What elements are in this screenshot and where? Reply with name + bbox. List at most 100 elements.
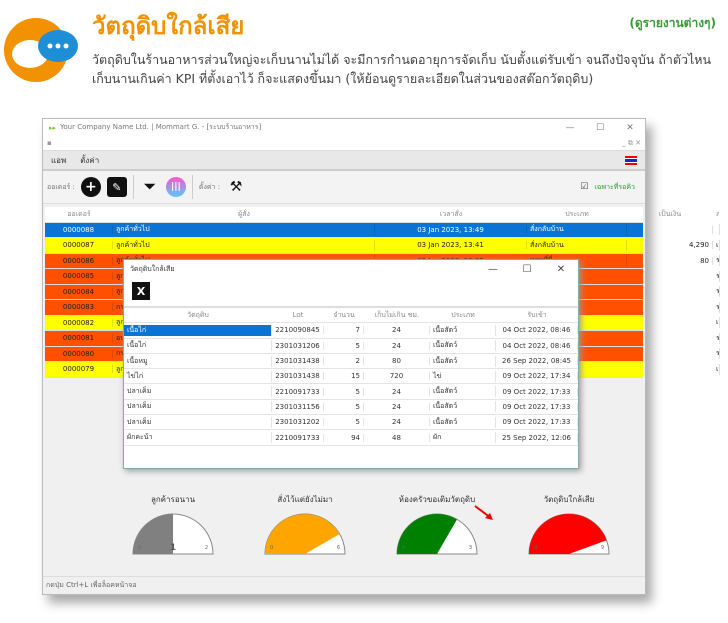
ingredient-cell: 04 Oct 2022, 08:46 xyxy=(496,326,578,335)
gauge: สั่งไว้แต่ยังไม่มา 0 5 6 xyxy=(260,485,350,575)
dialog-close-button[interactable]: ✕ xyxy=(544,264,578,275)
order-customer: ลูกค้าทั่วไป xyxy=(113,239,375,251)
ingredient-cell: 24 xyxy=(364,402,430,411)
filter-checkbox-label: เฉพาะที่รอคิว xyxy=(594,182,635,191)
chat-bubbles-icon xyxy=(4,18,78,82)
col-amount[interactable]: เป็นเงิน xyxy=(627,209,713,220)
order-status: รอคิว xyxy=(713,332,720,344)
order-id: 0000086 xyxy=(45,256,113,265)
col-lot[interactable]: Lot xyxy=(272,311,324,319)
ingredient-cell: 09 Oct 2022, 17:33 xyxy=(496,387,578,396)
page-title: วัตถุดิบใกล้เสีย xyxy=(92,12,245,40)
col-customer[interactable]: ผู้สั่ง xyxy=(113,209,375,220)
order-status: เสร็จแล้ว xyxy=(713,317,720,329)
col-time[interactable]: เวลาสั่ง xyxy=(375,209,527,220)
chart-icon[interactable]: ||| xyxy=(165,177,186,197)
mdi-child-icon: ▪ xyxy=(47,139,52,147)
gauge-max: 2 xyxy=(204,545,208,551)
ingredient-row[interactable]: ไข่ไก่ 2301031438 15 720 ไข่ 09 Oct 2022, 17:… xyxy=(124,369,578,385)
menu-settings[interactable]: ตั้งค่า xyxy=(80,154,99,167)
gauge-max: 9 xyxy=(600,545,604,551)
menu-app[interactable]: แอพ xyxy=(51,154,66,167)
col-category[interactable]: ประเภท xyxy=(430,310,496,321)
col-ingredient[interactable]: วัตถุดิบ xyxy=(124,310,272,321)
menu-bar: แอพ ตั้งค่า xyxy=(43,151,645,171)
ingredient-row[interactable]: เนื้อไก่ 2301031206 5 24 เนื้อสัตว์ 04 Oct 20… xyxy=(124,339,578,354)
ingredient-row[interactable]: เนื้อหมู 2301031438 2 80 เนื้อสัตว์ 26 Sep 20… xyxy=(124,354,578,370)
order-status: รอคิว xyxy=(713,270,720,282)
edit-order-icon[interactable]: ✎ xyxy=(106,177,127,197)
ingredient-cell: เนื้อไก่ xyxy=(124,324,272,336)
ingredient-cell: เนื้อสัตว์ xyxy=(430,324,496,336)
ingredient-cell: 2301031156 xyxy=(272,402,324,411)
col-status[interactable]: สถานะ xyxy=(713,209,719,220)
mdi-bar: ▪ _ ⧉ ✕ xyxy=(43,136,645,151)
order-id: 0000083 xyxy=(45,303,113,312)
ingredient-row[interactable]: ปลาเค็ม 2210091733 5 24 เนื้อสัตว์ 09 Oct 202… xyxy=(124,384,578,400)
ingredient-cell: เนื้อสัตว์ xyxy=(430,355,496,367)
ingredient-cell: 2210091733 xyxy=(272,433,324,442)
mdi-controls[interactable]: _ ⧉ ✕ xyxy=(622,139,641,148)
ingredient-cell: 5 xyxy=(324,341,364,350)
gauge-label: ลูกค้ารอนาน xyxy=(150,495,196,504)
excel-export-icon[interactable]: X xyxy=(132,282,150,300)
ingredient-cell: 09 Oct 2022, 17:33 xyxy=(496,402,578,411)
ingredient-cell: ไข่ xyxy=(430,370,496,382)
order-id: 0000084 xyxy=(45,287,113,296)
thai-flag-icon[interactable] xyxy=(625,155,637,165)
ingredient-cell: 80 xyxy=(364,357,430,366)
maximize-button[interactable]: ☐ xyxy=(585,123,615,133)
add-order-icon[interactable]: + xyxy=(80,177,101,197)
filter-icon[interactable]: ⏷ xyxy=(140,177,160,197)
order-row[interactable]: 0000088 ลูกค้าทั่วไป 03 Jan 2023, 13:49 สั่… xyxy=(45,222,720,238)
ingredient-cell: เนื้อสัตว์ xyxy=(430,401,496,413)
ingredient-cell: 24 xyxy=(364,387,430,396)
dialog-table-header: วัตถุดิบ Lot จำนวน เก็บไม่เกิน ชม. ประเภ… xyxy=(124,308,578,324)
order-label: ออเดอร์ : xyxy=(47,182,75,191)
dialog-minimize-button[interactable]: — xyxy=(476,264,510,275)
col-order[interactable]: ออเดอร์ xyxy=(45,209,113,220)
ingredient-cell: 48 xyxy=(364,433,430,442)
ingredient-cell: 2301031206 xyxy=(272,341,324,350)
tools-icon[interactable]: ⚒ xyxy=(226,177,246,197)
col-max-hours[interactable]: เก็บไม่เกิน ชม. xyxy=(364,310,430,321)
order-type: สั่งกลับบ้าน xyxy=(527,224,627,236)
order-time: 03 Jan 2023, 13:49 xyxy=(375,225,527,234)
col-qty[interactable]: จำนวน xyxy=(324,310,364,321)
order-row[interactable]: 0000087 ลูกค้าทั่วไป 03 Jan 2023, 13:41 สั่… xyxy=(45,238,720,254)
col-received[interactable]: รับเข้า xyxy=(496,310,578,321)
order-status: เสร็จแล้ว xyxy=(713,224,720,236)
report-link[interactable]: (ดูรายงานต่างๆ) xyxy=(629,14,716,33)
order-amount: 160 xyxy=(627,225,713,234)
order-id: 0000087 xyxy=(45,241,113,250)
col-type[interactable]: ประเภท xyxy=(527,209,627,220)
order-status: รอคิว xyxy=(713,348,720,360)
filter-checkbox[interactable]: ☑ xyxy=(580,182,588,192)
ingredient-cell: 09 Oct 2022, 17:33 xyxy=(496,418,578,427)
ingredient-cell: 25 Sep 2022, 12:06 xyxy=(496,433,578,442)
ingredient-cell: 09 Oct 2022, 17:34 xyxy=(496,372,578,381)
order-status: เสร็จแล้ว xyxy=(713,239,720,251)
ingredient-cell: 2210091733 xyxy=(272,387,324,396)
ingredient-cell: เนื้อไก่ xyxy=(124,340,272,352)
ingredient-cell: 7 xyxy=(324,326,364,335)
ingredient-row[interactable]: ปลาเค็ม 2301031202 5 24 เนื้อสัตว์ 09 Oct 202… xyxy=(124,415,578,431)
ingredient-cell: ผัก xyxy=(430,432,496,444)
ingredient-cell: ปลาเค็ม xyxy=(124,386,272,398)
order-id: 0000085 xyxy=(45,272,113,281)
dialog-maximize-button[interactable]: ☐ xyxy=(510,264,544,275)
ingredient-row[interactable]: เนื้อไก่ 2210090845 7 24 เนื้อสัตว์ 04 Oct 20… xyxy=(124,323,578,339)
minimize-button[interactable]: — xyxy=(555,123,585,133)
ingredient-cell: เนื้อหมู xyxy=(124,355,272,367)
order-id: 0000081 xyxy=(45,334,113,343)
ingredient-row[interactable]: ปลาเค็ม 2301031156 5 24 เนื้อสัตว์ 09 Oct 202… xyxy=(124,400,578,416)
settings-label: ตั้งค่า : xyxy=(198,182,221,191)
red-arrow-icon xyxy=(474,505,493,520)
ingredient-row[interactable]: ผักคะน้า 2210091733 94 48 ผัก 25 Sep 2022, 12… xyxy=(124,430,578,446)
dialog-title-bar: วัตถุดิบใกล้เสีย — ☐ ✕ xyxy=(124,260,578,278)
description: วัตถุดิบในร้านอาหารส่วนใหญ่จะเก็บนานไม่ไ… xyxy=(92,52,712,86)
order-amount: 80 xyxy=(627,256,713,265)
ingredient-cell: 24 xyxy=(364,341,430,350)
close-button[interactable]: ✕ xyxy=(615,123,645,133)
ingredient-cell: 2301031438 xyxy=(272,357,324,366)
